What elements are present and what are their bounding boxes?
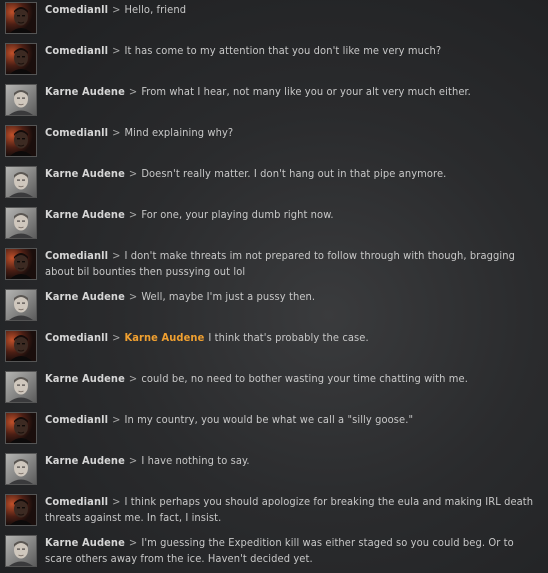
chat-log: Comedianll > Hello, friend Comedianll > It h…	[0, 0, 548, 573]
separator: >	[112, 331, 121, 344]
karne-portrait-icon[interactable]	[5, 166, 37, 198]
comedian-portrait-icon[interactable]	[5, 125, 37, 157]
player-link[interactable]: Karne Audene	[124, 331, 208, 344]
message-text: I have nothing to say.	[141, 454, 250, 467]
comedian-portrait-icon[interactable]	[5, 412, 37, 444]
message-text: Mind explaining why?	[124, 126, 234, 139]
speaker-name[interactable]: Comedianll	[45, 495, 108, 508]
message-text: It has come to my attention that you don…	[124, 44, 442, 57]
message-text: In my country, you would be what we call…	[124, 413, 414, 426]
speaker-name[interactable]: Comedianll	[45, 413, 108, 426]
speaker-name[interactable]: Karne Audene	[45, 85, 125, 98]
separator: >	[128, 536, 138, 549]
comedian-portrait-icon[interactable]	[5, 43, 37, 75]
separator: >	[112, 3, 121, 16]
message-text: could be, no need to bother wasting your…	[141, 372, 468, 385]
separator: >	[112, 413, 121, 426]
comedian-portrait-icon[interactable]	[5, 248, 37, 280]
separator: >	[128, 454, 138, 467]
comedian-portrait-icon[interactable]	[5, 330, 37, 362]
message-text: From what I hear, not many like you or y…	[141, 85, 471, 98]
speaker-name[interactable]: Comedianll	[45, 44, 108, 57]
message-text: For one, your playing dumb right now.	[141, 208, 334, 221]
message-text: Doesn't really matter. I don't hang out …	[141, 167, 447, 180]
karne-portrait-icon[interactable]	[5, 535, 37, 567]
separator: >	[112, 126, 121, 139]
karne-portrait-icon[interactable]	[5, 289, 37, 321]
speaker-name[interactable]: Comedianll	[45, 126, 108, 139]
speaker-name[interactable]: Karne Audene	[45, 372, 125, 385]
speaker-name[interactable]: Karne Audene	[45, 290, 125, 303]
speaker-name[interactable]: Karne Audene	[45, 454, 125, 467]
separator: >	[112, 249, 121, 262]
comedian-portrait-icon[interactable]	[5, 2, 37, 34]
message-text: I think that's probably the case.	[208, 331, 369, 344]
separator: >	[128, 85, 138, 98]
separator: >	[128, 290, 138, 303]
message-text: Well, maybe I'm just a pussy then.	[141, 290, 316, 303]
speaker-name[interactable]: Karne Audene	[45, 208, 125, 221]
speaker-name[interactable]: Comedianll	[45, 3, 108, 16]
separator: >	[128, 167, 138, 180]
separator: >	[112, 44, 121, 57]
speaker-name[interactable]: Comedianll	[45, 249, 108, 262]
speaker-name[interactable]: Karne Audene	[45, 536, 125, 549]
speaker-name[interactable]: Karne Audene	[45, 167, 125, 180]
message-text: Hello, friend	[124, 3, 187, 16]
comedian-portrait-icon[interactable]	[5, 494, 37, 526]
speaker-name[interactable]: Comedianll	[45, 331, 108, 344]
karne-portrait-icon[interactable]	[5, 453, 37, 485]
karne-portrait-icon[interactable]	[5, 84, 37, 116]
separator: >	[128, 372, 138, 385]
karne-portrait-icon[interactable]	[5, 371, 37, 403]
separator: >	[112, 495, 121, 508]
karne-portrait-icon[interactable]	[5, 207, 37, 239]
separator: >	[128, 208, 138, 221]
